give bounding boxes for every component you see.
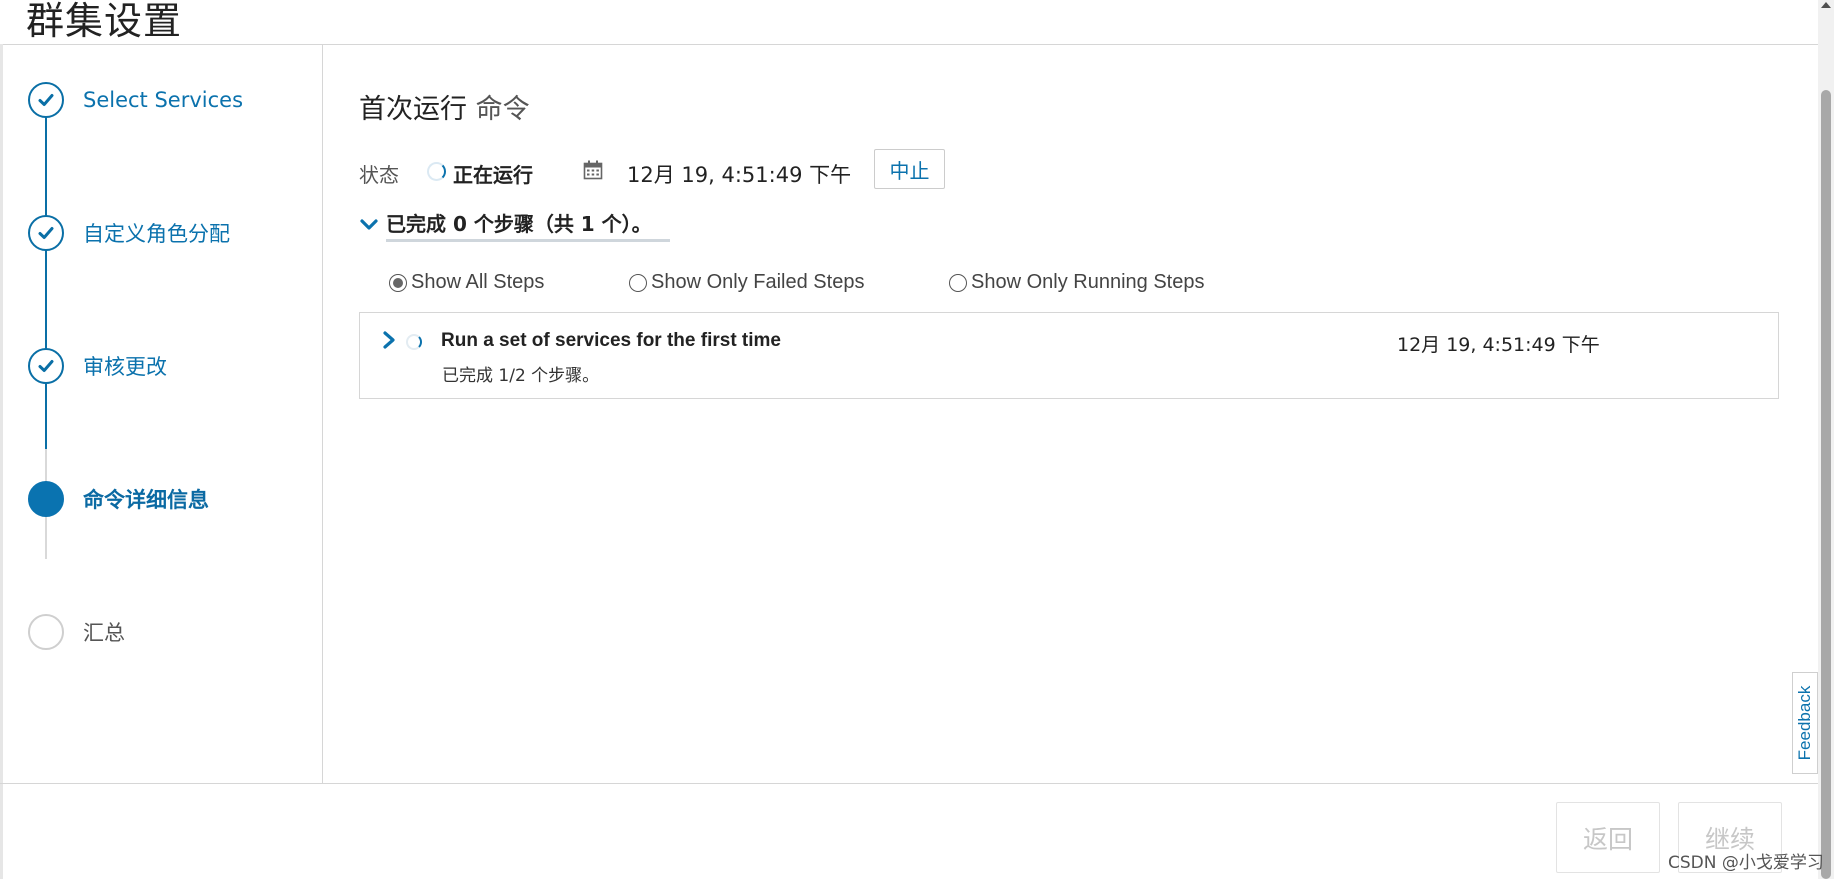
wizard-step-label: 审核更改 (83, 355, 167, 379)
wizard-step-label: 命令详细信息 (83, 488, 209, 512)
radio-unchecked[interactable] (949, 273, 967, 292)
chevron-down-icon (360, 219, 378, 230)
running-spinner-icon (406, 334, 422, 350)
radio-unchecked[interactable] (629, 273, 647, 292)
steps-summary-text: 已完成 0 个步骤（共 1 个）。 (386, 208, 670, 242)
check-icon (28, 82, 64, 118)
wizard-sidebar: Select Services 自定义角色分配 审核更改 命令详细信息 汇总 (0, 45, 323, 783)
filter-label: Show Only Running Steps (971, 271, 1205, 293)
radio-checked[interactable] (389, 273, 407, 292)
filter-all-steps[interactable]: Show All Steps (389, 271, 544, 294)
wizard-step-role-assignment[interactable]: 自定义角色分配 (28, 213, 230, 253)
filled-circle-icon (28, 481, 64, 517)
page-title: 群集设置 (26, 0, 183, 43)
progress-line-complete (45, 104, 47, 449)
running-spinner-icon (427, 162, 446, 181)
wizard-step-summary: 汇总 (28, 612, 125, 652)
abort-button[interactable]: 中止 (874, 149, 945, 189)
calendar-icon (583, 160, 603, 180)
status-label: 状态 (359, 163, 399, 187)
command-step-row[interactable]: Run a set of services for the first time… (359, 312, 1779, 399)
check-icon (28, 215, 64, 251)
command-title: 首次运行 命令 (359, 87, 530, 126)
watermark: CSDN @小戈爱学习 (1668, 853, 1824, 873)
wizard-step-label: Select Services (83, 88, 244, 112)
scroll-thumb[interactable] (1821, 90, 1831, 879)
footer-divider (0, 783, 1818, 784)
status-value: 正在运行 (453, 163, 533, 187)
vertical-scrollbar[interactable] (1818, 0, 1834, 879)
empty-circle-icon (28, 614, 64, 650)
wizard-step-review-changes[interactable]: 审核更改 (28, 346, 167, 386)
back-button[interactable]: 返回 (1556, 802, 1660, 873)
wizard-step-command-details: 命令详细信息 (28, 479, 209, 519)
command-title-suffix: 命令 (475, 94, 530, 125)
filter-label: Show Only Failed Steps (651, 271, 865, 293)
feedback-tab[interactable]: Feedback (1792, 672, 1818, 774)
command-start-time: 12月 19, 4:51:49 下午 (627, 163, 852, 187)
filter-failed-steps[interactable]: Show Only Failed Steps (629, 271, 864, 294)
command-details-panel: 首次运行 命令 状态 正在运行 12月 19, 4:51:49 下午 中止 已完… (359, 45, 1779, 783)
feedback-label: Feedback (1795, 685, 1814, 761)
wizard-step-label: 汇总 (83, 621, 125, 645)
chevron-right-icon[interactable] (382, 331, 396, 349)
check-icon (28, 348, 64, 384)
wizard-step-label: 自定义角色分配 (83, 222, 230, 246)
step-progress: 已完成 1/2 个步骤。 (442, 366, 600, 386)
wizard-step-select-services[interactable]: Select Services (28, 80, 243, 120)
filter-label: Show All Steps (411, 271, 545, 293)
status-row: 状态 正在运行 12月 19, 4:51:49 下午 中止 (359, 149, 1559, 189)
command-title-text: 首次运行 (359, 94, 467, 125)
step-filter-group: Show All Steps Show Only Failed Steps Sh… (389, 271, 1589, 301)
steps-summary-toggle[interactable]: 已完成 0 个步骤（共 1 个）。 (359, 208, 670, 242)
step-title: Run a set of services for the first time (441, 330, 781, 351)
filter-running-steps[interactable]: Show Only Running Steps (949, 271, 1204, 294)
scroll-up-arrow-icon[interactable] (1821, 2, 1831, 8)
step-time: 12月 19, 4:51:49 下午 (1397, 334, 1600, 356)
